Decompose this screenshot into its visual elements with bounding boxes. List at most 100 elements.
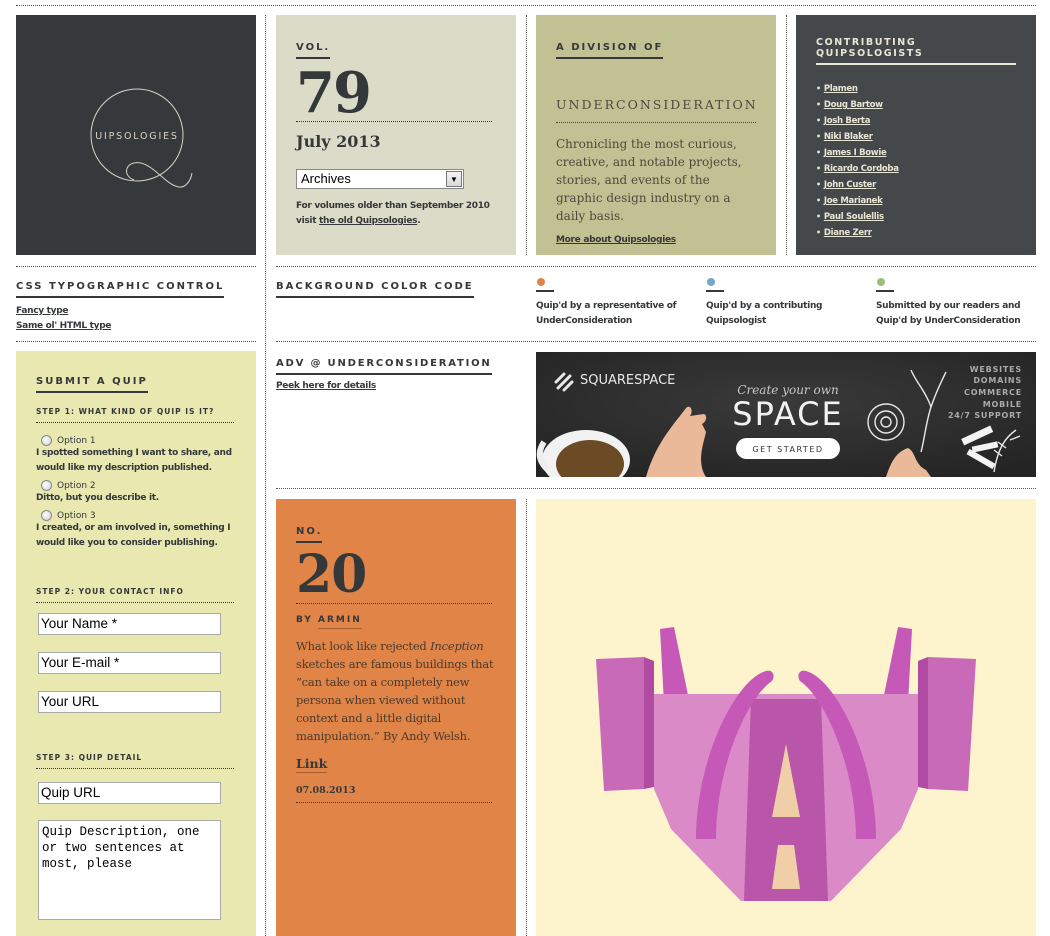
contributor-item: Ricardo Cordoba — [816, 161, 1016, 177]
old-volumes-note: For volumes older than September 2010 vi… — [296, 199, 496, 229]
get-started-label[interactable]: GET STARTED — [752, 445, 823, 454]
chevron-down-icon[interactable]: ▼ — [446, 171, 462, 187]
archives-select[interactable]: Archives ▼ — [296, 169, 464, 189]
contributor-item: Diane Zerr — [816, 225, 1016, 241]
ad-details-link[interactable]: Peek here for details — [276, 381, 376, 391]
option-1-label: Option 1 — [57, 435, 96, 446]
url-input[interactable]: Your URL — [38, 691, 221, 713]
volume-label: VOL. — [296, 42, 331, 59]
post-byline: BY ARMIN — [296, 615, 496, 629]
background-code-panel: BACKGROUND COLOR CODE — [276, 276, 516, 298]
post-number: 20 — [296, 544, 367, 605]
contributor-link[interactable]: Paul Soulellis — [824, 212, 884, 222]
squarespace-ad-banner[interactable]: SQUARESPACE Create your own SPACE GET ST… — [536, 352, 1036, 477]
legend-item: Quip'd by a contributing Quipsologist — [706, 278, 866, 329]
ad-feature: WEBSITES — [970, 365, 1022, 374]
css-control-label: CSS TYPOGRAPHIC CONTROL — [16, 281, 225, 298]
contributor-item: Joe Marianek — [816, 193, 1016, 209]
division-panel: A DIVISION OF UNDERCONSIDERATION Chronic… — [536, 15, 776, 255]
legend-item: Quip'd by a representative of UnderConsi… — [536, 278, 696, 329]
contributors-panel: CONTRIBUTING QUIPSOLOGISTS Plamen Doug B… — [796, 15, 1036, 255]
post-link[interactable]: Link — [296, 756, 328, 773]
site-logo[interactable]: UIPSOLOGIES — [16, 15, 256, 255]
contributor-link[interactable]: Josh Berta — [824, 116, 871, 126]
contributor-item: John Custer — [816, 177, 1016, 193]
ad-headline: SPACE — [732, 395, 843, 433]
quip-url-input[interactable]: Quip URL — [38, 782, 221, 804]
post-number-label: NO. — [296, 526, 323, 543]
column-divider — [526, 15, 527, 255]
volume-panel: VOL. 79 July 2013 Archives ▼ For volumes… — [276, 15, 516, 255]
building-illustration — [596, 627, 976, 901]
advertising-panel: ADV @ UNDERCONSIDERATION Peek here for d… — [276, 353, 516, 394]
css-control-panel: CSS TYPOGRAPHIC CONTROL Fancy type Same … — [16, 276, 256, 334]
legend-text: Submitted by our readers and Quip'd by U… — [876, 301, 1021, 326]
quip-description-textarea[interactable]: Quip Description, one or two sentences a… — [38, 820, 221, 920]
post-date: 07.08.2013 — [296, 785, 492, 803]
contributor-link[interactable]: Joe Marianek — [824, 196, 883, 206]
step-1-label: STEP 1: WHAT KIND OF QUIP IS IT? — [36, 407, 234, 423]
ad-feature: DOMAINS — [973, 376, 1022, 385]
submit-title: SUBMIT A QUIP — [36, 376, 148, 393]
submit-quip-form: SUBMIT A QUIP STEP 1: WHAT KIND OF QUIP … — [16, 351, 256, 936]
column-divider — [526, 499, 527, 936]
row-divider — [16, 341, 256, 342]
post-body-text: sketches are famous buildings that “can … — [296, 657, 494, 743]
option-2-radio[interactable] — [41, 480, 52, 491]
email-input[interactable]: Your E-mail * — [38, 652, 221, 674]
step-2-label: STEP 2: YOUR CONTACT INFO — [36, 587, 234, 603]
contributor-item: Doug Bartow — [816, 97, 1016, 113]
ad-artwork: SQUARESPACE Create your own SPACE GET ST… — [536, 352, 1036, 477]
option-2-label: Option 2 — [57, 480, 96, 491]
author-link[interactable]: ARMIN — [318, 615, 362, 629]
quipsologies-logo-icon: UIPSOLOGIES — [90, 88, 193, 188]
contributor-link[interactable]: Diane Zerr — [824, 228, 872, 238]
blue-dot-icon — [707, 278, 715, 286]
contributor-link[interactable]: John Custer — [824, 180, 876, 190]
division-description: Chronicling the most curious, creative, … — [556, 137, 742, 223]
quip-post-card: NO. 20 BY ARMIN What look like rejected … — [276, 499, 516, 936]
old-quipsologies-link[interactable]: the old Quipsologies — [319, 216, 417, 226]
ad-feature: COMMERCE — [964, 388, 1022, 397]
contributor-link[interactable]: Niki Blaker — [824, 132, 873, 142]
volume-number: 79 — [296, 60, 372, 126]
contributor-link[interactable]: Plamen — [824, 84, 858, 94]
contributor-item: Josh Berta — [816, 113, 1016, 129]
ad-feature: 24/7 SUPPORT — [948, 411, 1022, 420]
step-3-label: STEP 3: QUIP DETAIL — [36, 753, 234, 769]
column-divider — [265, 15, 266, 936]
row-divider — [276, 488, 1036, 489]
legend-text: Quip'd by a representative of UnderConsi… — [536, 301, 677, 326]
division-label: A DIVISION OF — [556, 42, 664, 59]
option-1-desc: I spotted something I want to share, and… — [36, 448, 232, 473]
contributor-link[interactable]: Ricardo Cordoba — [824, 164, 899, 174]
more-about-link[interactable]: More about Quipsologies — [556, 235, 676, 245]
legend-rule — [706, 290, 724, 292]
contributors-list: Plamen Doug Bartow Josh Berta Niki Blake… — [816, 81, 1016, 241]
post-image[interactable] — [536, 499, 1036, 936]
column-divider — [786, 15, 787, 255]
contributor-item: James I Bowie — [816, 145, 1016, 161]
contributor-item: Plamen — [816, 81, 1016, 97]
name-input[interactable]: Your Name * — [38, 613, 221, 635]
contributor-item: Niki Blaker — [816, 129, 1016, 145]
option-1-radio[interactable] — [41, 435, 52, 446]
volume-month: July 2013 — [296, 132, 381, 151]
logo-text: UIPSOLOGIES — [95, 131, 178, 142]
contributor-link[interactable]: Doug Bartow — [824, 100, 883, 110]
post-body: What look like rejected Inception sketch… — [296, 637, 496, 745]
underconsideration-logo[interactable]: UNDERCONSIDERATION — [556, 97, 756, 123]
advertising-label: ADV @ UNDERCONSIDERATION — [276, 358, 492, 375]
option-3-label: Option 3 — [57, 510, 96, 521]
contributor-link[interactable]: James I Bowie — [824, 148, 887, 158]
ad-feature: MOBILE — [983, 400, 1022, 409]
background-code-label: BACKGROUND COLOR CODE — [276, 281, 474, 298]
ad-brand: SQUARESPACE — [580, 373, 675, 388]
option-3-radio[interactable] — [41, 510, 52, 521]
fancy-type-link[interactable]: Fancy type — [16, 306, 68, 316]
mirrored-building-artwork — [596, 627, 976, 901]
html-type-link[interactable]: Same ol' HTML type — [16, 321, 111, 331]
row-divider — [276, 266, 1036, 267]
byline-prefix: BY — [296, 615, 319, 625]
option-2-desc: Ditto, but you describe it. — [36, 493, 159, 503]
